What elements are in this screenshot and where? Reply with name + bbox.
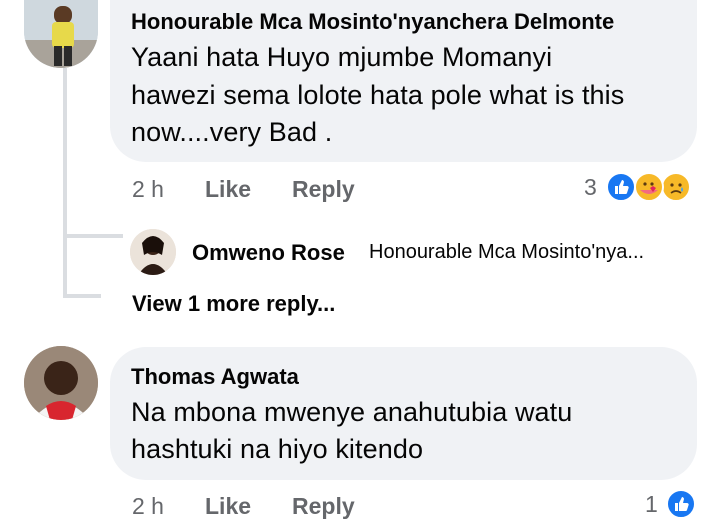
- reply-avatar[interactable]: [130, 229, 176, 275]
- reaction-count[interactable]: 3: [584, 174, 597, 201]
- thread-connector-more: [63, 294, 101, 298]
- comment-text: Na mbona mwenye anahutubia watu: [131, 397, 573, 427]
- comment-timestamp[interactable]: 2 h: [132, 493, 164, 520]
- comment-text: now....very Bad .: [131, 117, 333, 147]
- avatar-photo: [24, 0, 98, 68]
- reply-preview-text[interactable]: Honourable Mca Mosinto'nya...: [369, 241, 644, 264]
- reply-button[interactable]: Reply: [292, 176, 355, 203]
- reply-avatar-photo: [130, 229, 176, 275]
- avatar-photo: [24, 346, 98, 420]
- avatar[interactable]: [24, 346, 98, 420]
- comment-text: hawezi sema lolote hata pole what is thi…: [131, 80, 625, 110]
- reaction-count[interactable]: 1: [645, 491, 658, 518]
- comment-text: hashtuki na hiyo kitendo: [131, 434, 424, 464]
- reply-button[interactable]: Reply: [292, 493, 355, 520]
- thread-connector-reply: [63, 234, 123, 238]
- thread-line: [63, 68, 67, 298]
- like-icon[interactable]: [606, 172, 636, 202]
- comment-text: Yaani hata Huyo mjumbe Momanyi: [131, 42, 553, 72]
- avatar[interactable]: [24, 0, 98, 68]
- like-button[interactable]: Like: [205, 176, 251, 203]
- care-icon[interactable]: [634, 172, 664, 202]
- comment-author[interactable]: Thomas Agwata: [131, 364, 299, 390]
- comment-author[interactable]: Honourable Mca Mosinto'nyanchera Delmont…: [131, 9, 614, 35]
- like-button[interactable]: Like: [205, 493, 251, 520]
- view-more-replies[interactable]: View 1 more reply...: [132, 291, 335, 317]
- comment-timestamp[interactable]: 2 h: [132, 176, 164, 203]
- like-icon[interactable]: [666, 489, 696, 519]
- reply-author[interactable]: Omweno Rose: [192, 240, 345, 266]
- sad-icon[interactable]: [661, 172, 691, 202]
